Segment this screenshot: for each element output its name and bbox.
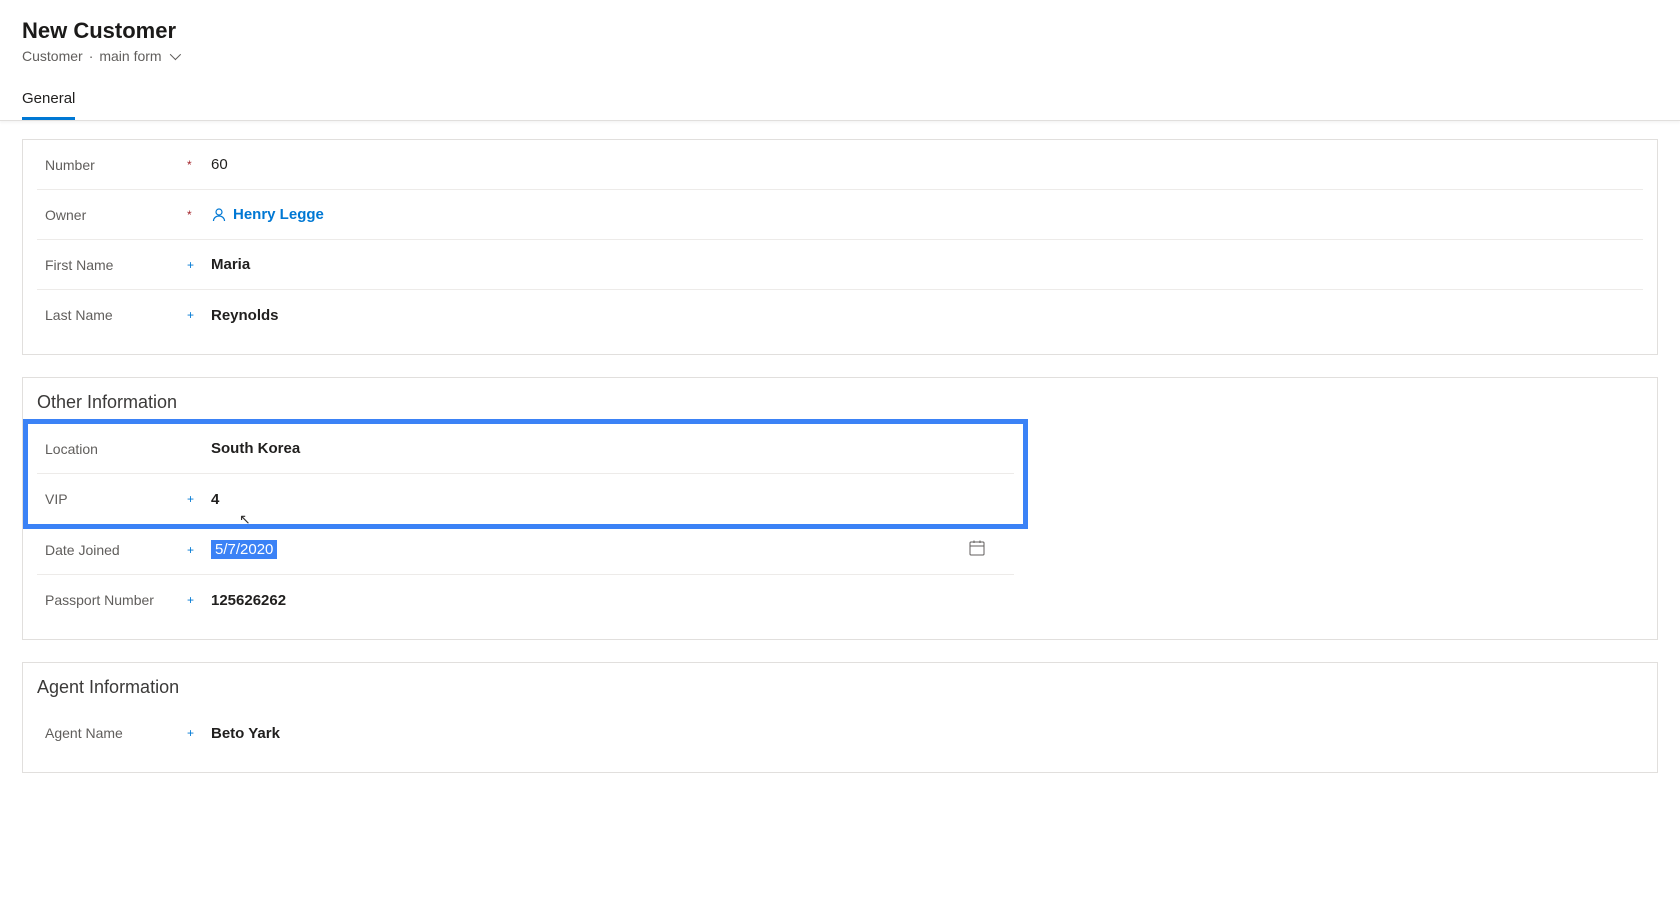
field-value: Henry Legge	[203, 196, 1643, 233]
recommended-indicator: +	[187, 593, 203, 607]
field-value: 125626262	[203, 582, 1014, 619]
chevron-down-icon[interactable]	[169, 49, 180, 60]
field-label: First Name	[37, 247, 187, 283]
field-location[interactable]: Location South Korea	[37, 424, 1014, 474]
form-body: Number * 60 Owner * Henry Legge	[0, 121, 1680, 813]
required-indicator: *	[187, 208, 203, 222]
recommended-indicator: +	[187, 492, 203, 506]
section-agent-information: Agent Information Agent Name + Beto Yark	[22, 662, 1658, 773]
field-label: Owner	[37, 197, 187, 233]
breadcrumb-entity: Customer	[22, 48, 83, 64]
breadcrumb-form: main form	[99, 48, 161, 64]
field-label: Number	[37, 147, 187, 183]
field-label: VIP	[37, 481, 187, 517]
page-title: New Customer	[22, 18, 1658, 44]
field-passport-number[interactable]: Passport Number + 125626262	[37, 575, 1014, 625]
field-value: Beto Yark	[203, 715, 1014, 752]
field-owner[interactable]: Owner * Henry Legge	[37, 190, 1643, 240]
tab-general[interactable]: General	[22, 84, 75, 120]
field-value: South Korea	[203, 430, 1014, 467]
field-label: Location	[37, 431, 187, 467]
tab-bar: General	[0, 72, 1680, 121]
recommended-indicator: +	[187, 726, 203, 740]
field-value: 5/7/2020 ↖	[203, 529, 1014, 571]
highlight-annotation: Location South Korea VIP + 4	[23, 419, 1028, 529]
person-icon	[211, 207, 227, 223]
recommended-indicator: +	[187, 258, 203, 272]
field-value: Reynolds	[203, 297, 1643, 334]
passport-value[interactable]: 125626262	[211, 592, 286, 609]
required-indicator: *	[187, 158, 203, 172]
location-value[interactable]: South Korea	[211, 440, 300, 457]
breadcrumb-separator: ·	[89, 48, 94, 64]
date-joined-value[interactable]: 5/7/2020	[211, 540, 277, 559]
field-label: Date Joined	[37, 532, 187, 568]
field-vip[interactable]: VIP + 4	[37, 474, 1014, 524]
field-label: Agent Name	[37, 715, 187, 751]
agent-name-value[interactable]: Beto Yark	[211, 725, 280, 742]
recommended-indicator: +	[187, 308, 203, 322]
calendar-icon[interactable]	[968, 539, 986, 561]
field-value: 60	[203, 146, 1643, 183]
field-number[interactable]: Number * 60	[37, 140, 1643, 190]
page-header: New Customer Customer · main form	[0, 0, 1680, 72]
breadcrumb[interactable]: Customer · main form	[22, 48, 1658, 64]
field-first-name[interactable]: First Name + Maria	[37, 240, 1643, 290]
recommended-indicator: +	[187, 543, 203, 557]
vip-value[interactable]: 4	[211, 491, 219, 508]
section-other-information: Other Information Location South Korea V…	[22, 377, 1658, 640]
field-value: Maria	[203, 246, 1643, 283]
owner-link[interactable]: Henry Legge	[233, 206, 324, 223]
field-agent-name[interactable]: Agent Name + Beto Yark	[37, 708, 1014, 758]
last-name-value[interactable]: Reynolds	[211, 307, 279, 324]
field-label: Passport Number	[37, 582, 187, 618]
first-name-value[interactable]: Maria	[211, 256, 250, 273]
number-value[interactable]: 60	[211, 156, 228, 173]
field-value: 4	[203, 481, 1014, 518]
field-label: Last Name	[37, 297, 187, 333]
section-main: Number * 60 Owner * Henry Legge	[22, 139, 1658, 355]
section-title: Agent Information	[23, 663, 1657, 708]
field-date-joined[interactable]: Date Joined + 5/7/2020	[37, 525, 1014, 575]
section-title: Other Information	[23, 378, 1657, 423]
field-last-name[interactable]: Last Name + Reynolds	[37, 290, 1643, 340]
